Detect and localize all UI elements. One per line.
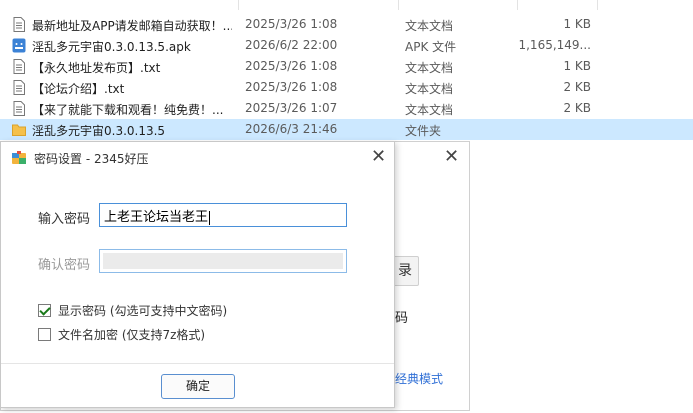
file-size: 1 KB — [563, 17, 591, 31]
text-file-icon — [12, 17, 26, 32]
file-name: 【永久地址发布页】.txt — [32, 61, 161, 75]
file-row[interactable]: 淫乱多元宇宙0.3.0.13.5.apk 2026/6/2 22:00 APK 文件… — [0, 35, 693, 56]
ok-button[interactable]: 确定 — [161, 374, 235, 399]
show-password-option[interactable]: 显示密码 (勾选可支持中文密码) — [38, 302, 227, 319]
file-size: 2 KB — [563, 80, 591, 94]
file-type: 文本文档 — [405, 82, 454, 96]
file-row[interactable]: 【论坛介绍】.txt 2025/3/26 1:08 文本文档 2 KB — [0, 77, 693, 98]
password-label: 输入密码 — [38, 212, 91, 227]
text-file-icon — [12, 80, 26, 95]
file-size: 2 KB — [563, 101, 591, 115]
confirm-password-input[interactable] — [99, 249, 347, 273]
text-file-icon — [12, 59, 26, 74]
file-type: 文本文档 — [405, 103, 454, 117]
show-password-checkbox[interactable] — [38, 304, 51, 317]
file-type: APK 文件 — [405, 40, 457, 54]
show-password-label: 显示密码 (勾选可支持中文密码) — [58, 304, 228, 318]
file-type: 文本文档 — [405, 61, 454, 75]
text-caret — [209, 210, 211, 225]
column-divider[interactable] — [398, 0, 399, 10]
file-size: 1 KB — [563, 59, 591, 73]
dialog-title: 密码设置 - 2345好压 — [34, 152, 149, 166]
column-divider[interactable] — [597, 0, 598, 10]
encrypt-filename-checkbox[interactable] — [38, 328, 51, 341]
file-date: 2026/6/2 22:00 — [245, 38, 338, 52]
app-logo-icon — [12, 151, 26, 164]
folder-icon — [12, 122, 26, 137]
file-name: 【来了就能下载和观看！纯免费！... — [32, 103, 224, 117]
encrypt-filename-option[interactable]: 文件名加密 (仅支持7z格式) — [38, 326, 205, 343]
dialog-close-icon[interactable]: ✕ — [371, 146, 386, 167]
file-date: 2025/3/26 1:07 — [245, 101, 338, 115]
file-type: 文件夹 — [405, 124, 442, 138]
password-dialog: 密码设置 - 2345好压 ✕ 输入密码 上老王论坛当老王 确认密码 显示密码 … — [0, 141, 395, 408]
password-value: 上老王论坛当老王 — [104, 210, 209, 225]
file-row[interactable]: 淫乱多元宇宙0.3.0.13.5 2026/6/3 21:46 文件夹 — [0, 119, 693, 140]
file-name: 最新地址及APP请发邮箱自动获取！... — [32, 19, 232, 33]
file-name: 淫乱多元宇宙0.3.0.13.5.apk — [32, 40, 191, 54]
disabled-field-fill — [103, 253, 343, 269]
background-dialog-text: 码 — [395, 311, 409, 326]
file-type: 文本文档 — [405, 19, 454, 33]
file-date: 2026/6/3 21:46 — [245, 122, 338, 136]
file-date: 2025/3/26 1:08 — [245, 80, 338, 94]
file-size: 1,165,149... — [518, 38, 591, 52]
apk-file-icon — [12, 38, 26, 53]
file-row[interactable]: 【来了就能下载和观看！纯免费！... 2025/3/26 1:07 文本文档 2 KB — [0, 98, 693, 119]
classic-mode-link[interactable]: 经典模式 — [395, 370, 443, 387]
confirm-password-label: 确认密码 — [38, 258, 91, 273]
column-divider[interactable] — [517, 0, 518, 10]
file-row[interactable]: 【永久地址发布页】.txt 2025/3/26 1:08 文本文档 1 KB — [0, 56, 693, 77]
file-row[interactable]: 最新地址及APP请发邮箱自动获取！... 2025/3/26 1:08 文本文档 1 … — [0, 14, 693, 35]
file-list: 最新地址及APP请发邮箱自动获取！... 2025/3/26 1:08 文本文档 1 … — [0, 0, 693, 141]
dialog-divider — [1, 363, 394, 364]
file-name: 淫乱多元宇宙0.3.0.13.5 — [32, 124, 166, 138]
column-header-strip — [0, 0, 693, 10]
column-divider[interactable] — [238, 0, 239, 10]
file-date: 2025/3/26 1:08 — [245, 59, 338, 73]
file-name: 【论坛介绍】.txt — [32, 82, 125, 96]
background-dialog-close-icon[interactable]: ✕ — [444, 146, 459, 167]
text-file-icon — [12, 101, 26, 116]
file-date: 2025/3/26 1:08 — [245, 17, 338, 31]
password-input[interactable]: 上老王论坛当老王 — [99, 203, 347, 227]
encrypt-filename-label: 文件名加密 (仅支持7z格式) — [58, 328, 206, 342]
